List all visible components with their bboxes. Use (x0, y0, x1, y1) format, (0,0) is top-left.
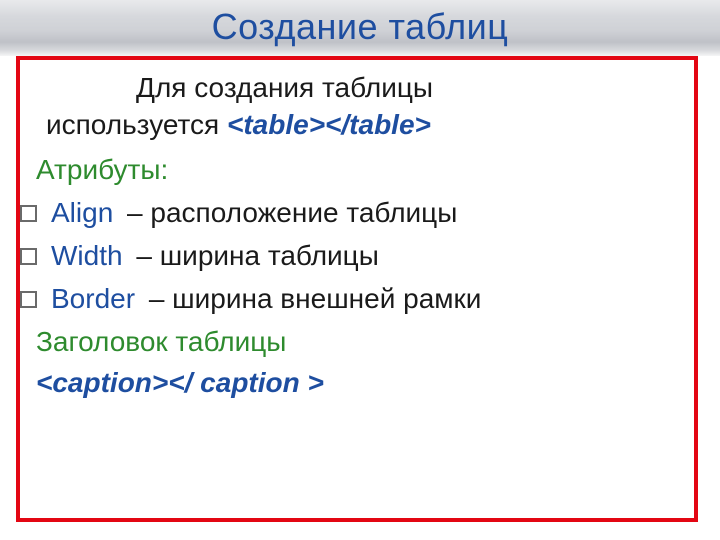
attr-name-width: Width (51, 240, 123, 271)
attr-row-align: Align – расположение таблицы (20, 193, 680, 232)
attr-row-width: Width – ширина таблицы (20, 236, 680, 275)
bullet-icon (20, 291, 37, 308)
caption-tag: <caption></ caption > (36, 365, 680, 402)
attr-desc-align: – расположение таблицы (127, 197, 457, 228)
table-tag: <table></table> (227, 109, 431, 140)
intro-line2: используется <table></table> (46, 107, 680, 144)
attr-desc-border: – ширина внешней рамки (149, 283, 482, 314)
attr-name-border: Border (51, 283, 135, 314)
intro-text: Для создания таблицы используется <table… (36, 70, 680, 144)
caption-label: Заголовок таблицы (36, 324, 680, 361)
attr-desc-width: – ширина таблицы (136, 240, 378, 271)
slide-title: Создание таблиц (0, 6, 720, 48)
attr-row-border: Border – ширина внешней рамки (20, 279, 680, 318)
intro-line2-prefix: используется (46, 109, 227, 140)
bullet-icon (20, 205, 37, 222)
content-panel: Для создания таблицы используется <table… (16, 56, 698, 522)
intro-line1: Для создания таблицы (36, 70, 680, 107)
attr-name-align: Align (51, 197, 113, 228)
attributes-label: Атрибуты: (36, 152, 680, 189)
bullet-icon (20, 248, 37, 265)
slide: Создание таблиц Для создания таблицы исп… (0, 0, 720, 540)
content-panel-wrap: Для создания таблицы используется <table… (16, 56, 698, 522)
